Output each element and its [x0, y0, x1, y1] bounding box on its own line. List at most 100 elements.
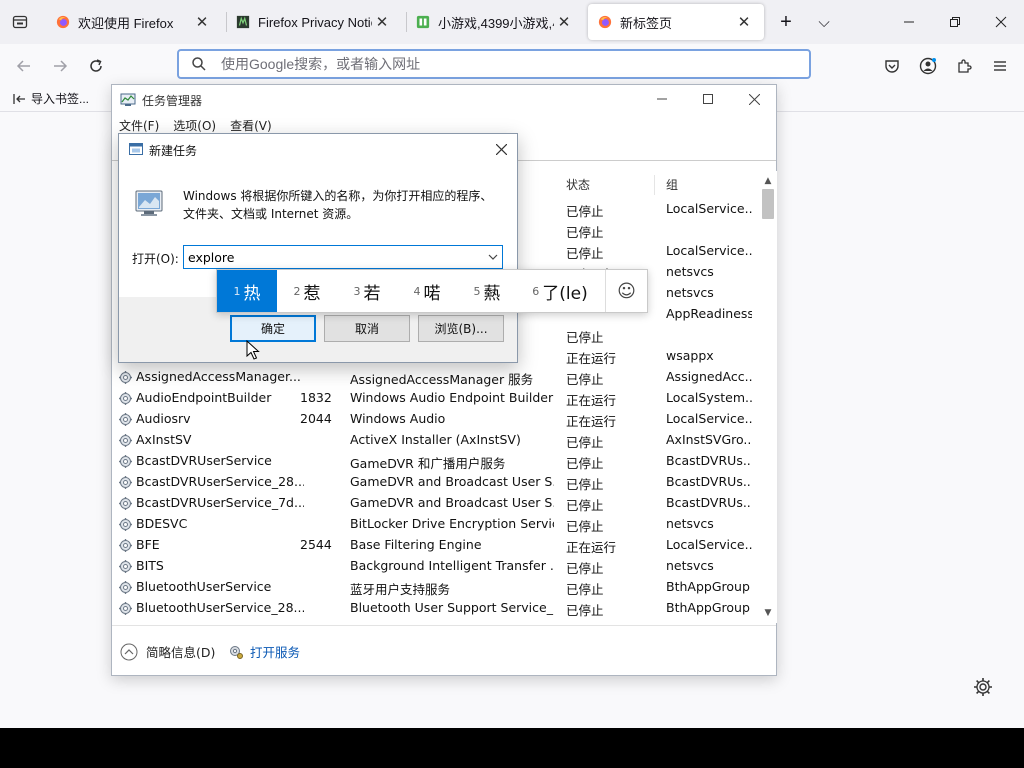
tab-new-tab[interactable]: 新标签页 ✕	[588, 4, 764, 40]
table-row[interactable]: BcastDVRUserService_28... GameDVR and Bro…	[112, 472, 760, 493]
mozilla-icon	[236, 15, 250, 29]
table-row[interactable]: BcastDVRUserService GameDVR 和广播用户服务 已停止 Bca…	[112, 451, 760, 472]
cell-name: BITS	[136, 558, 164, 573]
combobox-dropdown-button[interactable]	[484, 246, 502, 268]
account-icon	[919, 57, 937, 75]
table-row[interactable]: AssignedAccessManager... AssignedAccessMa…	[112, 367, 760, 388]
close-icon	[495, 143, 507, 155]
ime-candidate[interactable]: 4喏	[397, 270, 457, 312]
emoji-button[interactable]: ☺	[605, 270, 647, 312]
maximize-icon	[703, 94, 713, 104]
cell-group: BcastDVRUs...	[666, 474, 752, 489]
cell-desc: ActiveX Installer (AxInstSV)	[350, 432, 521, 447]
tm-close-button[interactable]	[732, 85, 776, 113]
gear-icon[interactable]	[972, 676, 994, 698]
cell-desc: Base Filtering Engine	[350, 537, 482, 552]
ime-candidate[interactable]: 5爇	[457, 270, 517, 312]
back-button[interactable]	[10, 52, 38, 80]
app-menu-button[interactable]	[986, 52, 1014, 80]
open-services-label: 打开服务	[250, 645, 301, 660]
table-row[interactable]: BluetoothUserService 蓝牙用户支持服务 已停止 BthAppGro…	[112, 577, 760, 598]
firefox-view-icon	[12, 15, 28, 29]
scroll-up-arrow[interactable]: ▲	[759, 173, 777, 189]
tm-minimize-button[interactable]	[640, 85, 684, 113]
ok-button[interactable]: 确定	[230, 315, 316, 342]
cell-name: BcastDVRUserService_28...	[136, 474, 304, 489]
cell-desc: BitLocker Drive Encryption Service	[350, 516, 554, 531]
extensions-button[interactable]	[950, 52, 978, 80]
pocket-button[interactable]	[878, 52, 906, 80]
cell-status: 已停止	[566, 456, 604, 471]
cell-status: 正在运行	[566, 393, 617, 408]
candidate-text: 喏	[423, 283, 441, 304]
list-all-tabs-button[interactable]: ⌵	[810, 8, 838, 36]
vertical-scrollbar[interactable]: ▲ ▼	[759, 171, 777, 623]
url-bar[interactable]	[177, 49, 811, 79]
tab-close-button[interactable]: ✕	[192, 12, 212, 32]
cell-group: BcastDVRUs...	[666, 495, 752, 510]
close-icon	[748, 93, 760, 105]
cell-name: BluetoothUserService_7d...	[136, 621, 304, 623]
cell-desc: Bluetooth User Support Service...	[350, 621, 554, 623]
import-bookmarks-button[interactable]: 导入书签...	[12, 90, 89, 107]
table-row[interactable]: BITS Background Intelligent Transfer ... 已…	[112, 556, 760, 577]
column-header-group[interactable]: 组	[666, 171, 678, 197]
cell-group: LocalService...	[666, 201, 752, 216]
scroll-thumb[interactable]	[762, 189, 774, 219]
cell-name: BluetoothUserService_28...	[136, 600, 304, 615]
table-row[interactable]: AudioEndpointBuilder 1832 Windows Audio En…	[112, 388, 760, 409]
fewer-details-button[interactable]: 简略信息(D)	[120, 642, 215, 661]
cell-name: BcastDVRUserService	[136, 453, 272, 468]
ime-candidate[interactable]: 3若	[337, 270, 397, 312]
firefox-view-button[interactable]	[6, 8, 34, 36]
close-window-button[interactable]	[978, 0, 1024, 44]
tab-close-button[interactable]: ✕	[372, 12, 392, 32]
tm-maximize-button[interactable]	[686, 85, 730, 113]
table-row[interactable]: AxInstSV ActiveX Installer (AxInstSV) 已停止 A…	[112, 430, 760, 451]
open-input[interactable]	[184, 249, 484, 265]
tab-close-button[interactable]: ✕	[554, 12, 574, 32]
table-row[interactable]: BluetoothUserService_28... Bluetooth User…	[112, 598, 760, 619]
task-manager-titlebar[interactable]: 任务管理器	[112, 85, 776, 115]
candidate-text: 热	[243, 283, 261, 304]
cell-name: BcastDVRUserService_7d...	[136, 495, 304, 510]
reload-button[interactable]	[82, 52, 110, 80]
table-row[interactable]: BluetoothUserService_7d... Bluetooth User…	[112, 619, 760, 623]
dialog-close-button[interactable]	[489, 138, 513, 160]
tab-4399[interactable]: 小游戏,4399小游戏,小游 ✕	[406, 4, 584, 40]
ime-candidate[interactable]: 2惹	[277, 270, 337, 312]
minimize-button[interactable]	[886, 0, 932, 44]
cell-pid: 2044	[300, 411, 332, 426]
cell-name: Audiosrv	[136, 411, 191, 426]
account-button[interactable]	[914, 52, 942, 80]
search-icon	[192, 57, 206, 71]
task-manager-title: 任务管理器	[142, 94, 203, 108]
ime-candidate[interactable]: 1热	[217, 270, 277, 312]
table-row[interactable]: BDESVC BitLocker Drive Encryption Service…	[112, 514, 760, 535]
table-row[interactable]: BcastDVRUserService_7d... GameDVR and Bro…	[112, 493, 760, 514]
service-gear-icon	[119, 602, 132, 615]
new-tab-button[interactable]: +	[772, 8, 800, 36]
candidate-number: 3	[353, 284, 361, 298]
table-row[interactable]: Audiosrv 2044 Windows Audio 正在运行 LocalServic…	[112, 409, 760, 430]
open-services-link[interactable]: 打开服务	[228, 642, 300, 661]
table-row[interactable]: BFE 2544 Base Filtering Engine 正在运行 LocalSer…	[112, 535, 760, 556]
browse-button[interactable]: 浏览(B)...	[418, 315, 504, 342]
tab-privacy-notice[interactable]: Firefox Privacy Notice ✕	[226, 4, 402, 40]
ime-candidate-list: 1 热 2 惹 3 若 4 喏 5 爇 6 了(le)	[217, 270, 603, 312]
tab-welcome[interactable]: 欢迎使用 Firefox ✕	[46, 4, 222, 40]
cell-desc: Bluetooth User Support Service_...	[350, 600, 554, 615]
restore-button[interactable]	[932, 0, 978, 44]
column-header-status[interactable]: 状态	[566, 171, 590, 197]
screen-letterbox	[0, 728, 1024, 768]
cancel-button[interactable]: 取消	[324, 315, 410, 342]
scroll-down-arrow[interactable]: ▼	[759, 605, 777, 621]
dialog-titlebar[interactable]: 新建任务	[119, 134, 517, 165]
candidate-number: 1	[233, 284, 241, 298]
url-input[interactable]	[221, 56, 809, 72]
tab-close-button[interactable]: ✕	[734, 12, 754, 32]
forward-button[interactable]	[46, 52, 74, 80]
cell-desc: GameDVR 和广播用户服务	[350, 456, 506, 471]
open-combobox[interactable]	[183, 245, 503, 269]
ime-candidate[interactable]: 6 了(le)	[517, 270, 603, 312]
